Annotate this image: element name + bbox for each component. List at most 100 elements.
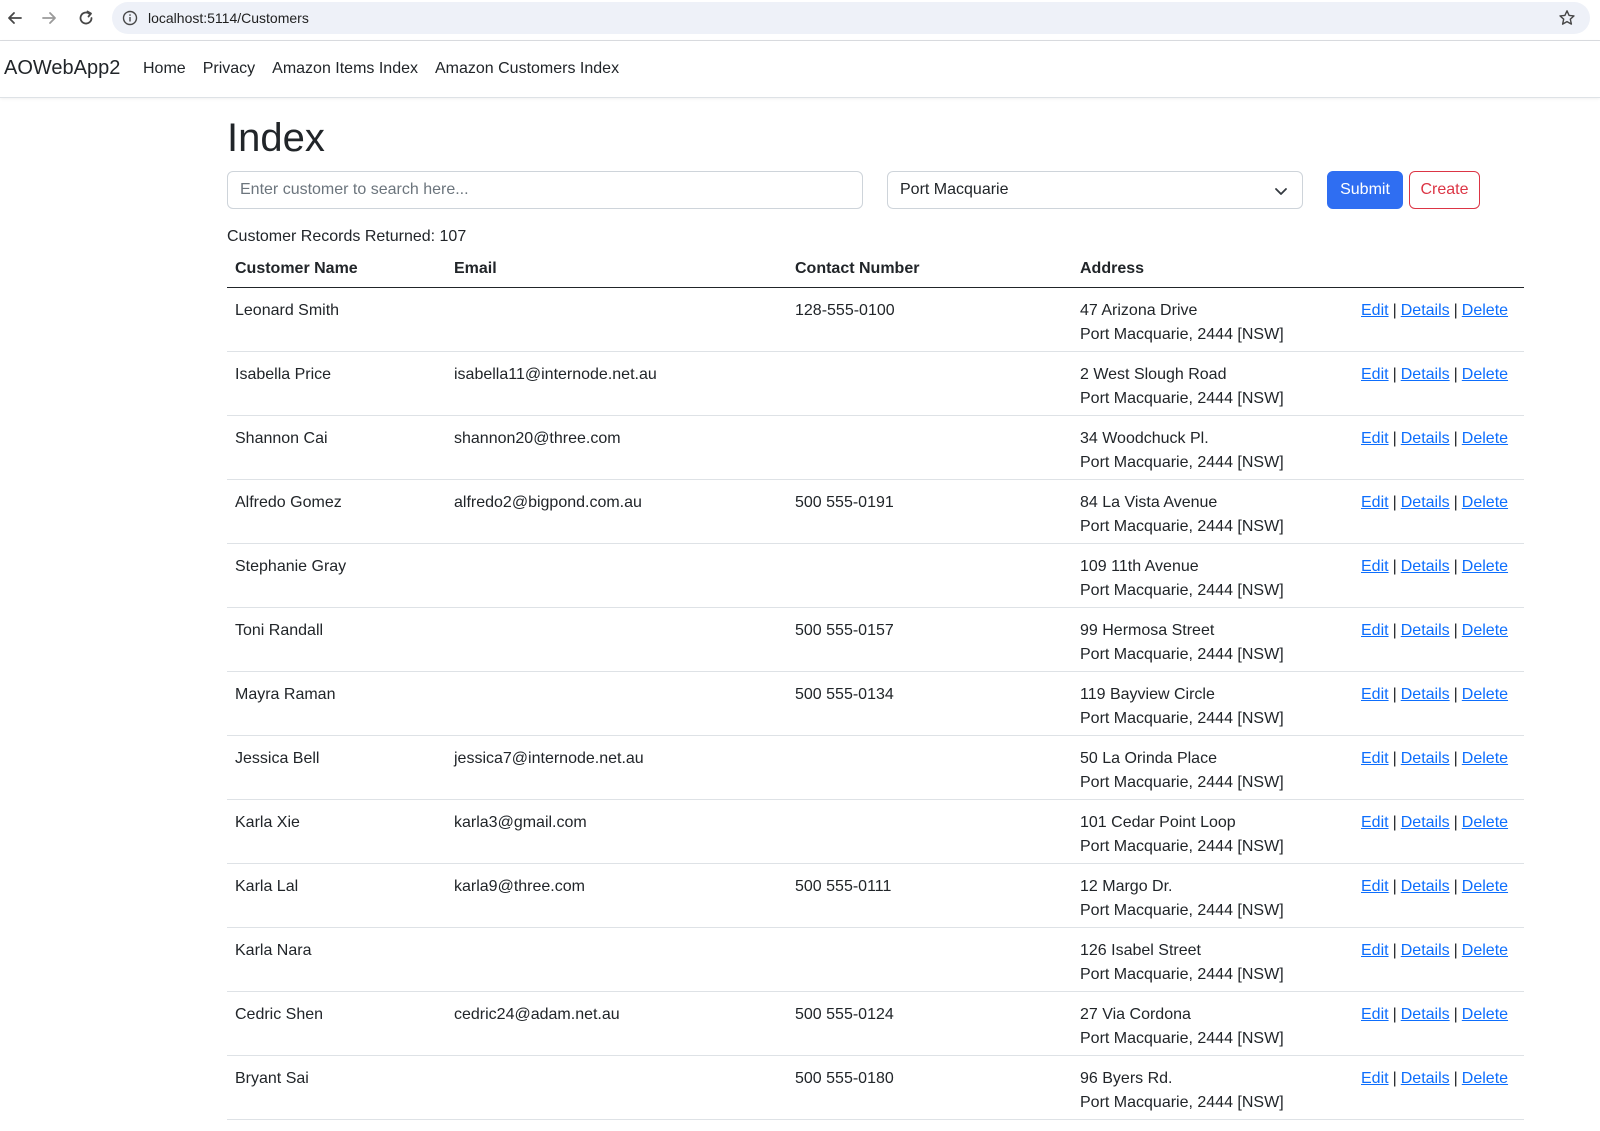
address-locality: Port Macquarie, 2444 [NSW] <box>1080 646 1284 663</box>
actions-cell: Edit | Details | Delete <box>1353 799 1524 864</box>
details-link[interactable]: Details <box>1401 1070 1450 1087</box>
email-cell: karla3@gmail.com <box>446 799 787 864</box>
address-street: 2 West Slough Road <box>1080 366 1227 383</box>
edit-link[interactable]: Edit <box>1361 814 1389 831</box>
submit-button[interactable]: Submit <box>1327 171 1403 209</box>
action-separator: | <box>1453 302 1458 319</box>
address-cell: 109 11th Avenue Port Macquarie, 2444 [NSW… <box>1072 543 1353 608</box>
address-bar[interactable]: localhost:5114/Customers <box>112 2 1590 34</box>
delete-link[interactable]: Delete <box>1462 494 1508 511</box>
edit-link[interactable]: Edit <box>1361 1070 1389 1087</box>
delete-link[interactable]: Delete <box>1462 750 1508 767</box>
action-separator: | <box>1392 750 1397 767</box>
action-separator: | <box>1392 942 1397 959</box>
details-link[interactable]: Details <box>1401 366 1450 383</box>
actions-cell: Edit | Details | Delete <box>1353 671 1524 736</box>
address-cell: 84 La Vista Avenue Port Macquarie, 2444 [… <box>1072 479 1353 544</box>
delete-link[interactable]: Delete <box>1462 878 1508 895</box>
action-separator: | <box>1453 494 1458 511</box>
edit-link[interactable]: Edit <box>1361 622 1389 639</box>
customer-name-cell: Karla Nara <box>227 927 446 992</box>
details-link[interactable]: Details <box>1401 302 1450 319</box>
edit-link[interactable]: Edit <box>1361 686 1389 703</box>
email-cell: karla9@three.com <box>446 863 787 928</box>
details-link[interactable]: Details <box>1401 622 1450 639</box>
action-separator: | <box>1392 558 1397 575</box>
actions-cell: Edit | Details | Delete <box>1353 607 1524 672</box>
address-locality: Port Macquarie, 2444 [NSW] <box>1080 774 1284 791</box>
suburb-select[interactable]: Port Macquarie <box>887 171 1303 209</box>
actions-cell: Edit | Details | Delete <box>1353 863 1524 928</box>
nav-amazon-items-index[interactable]: Amazon Items Index <box>272 60 418 78</box>
reload-icon <box>79 10 93 25</box>
table-row: Stephanie Gray 109 11th Avenue Port Macqua… <box>227 543 1524 608</box>
nav-home[interactable]: Home <box>143 60 186 78</box>
address-street: 109 11th Avenue <box>1080 558 1199 575</box>
email-cell: isabella11@internode.net.au <box>446 351 787 416</box>
edit-link[interactable]: Edit <box>1361 750 1389 767</box>
edit-link[interactable]: Edit <box>1361 942 1389 959</box>
delete-link[interactable]: Delete <box>1462 1070 1508 1087</box>
address-cell: 96 Byers Rd. Port Macquarie, 2444 [NSW] <box>1072 1055 1353 1120</box>
delete-link[interactable]: Delete <box>1462 942 1508 959</box>
star-icon[interactable] <box>1558 9 1576 27</box>
details-link[interactable]: Details <box>1401 878 1450 895</box>
address-street: 50 La Orinda Place <box>1080 750 1217 767</box>
delete-link[interactable]: Delete <box>1462 1006 1508 1023</box>
table-row: Toni Randall 500 555-0157 99 Hermosa Stree… <box>227 607 1524 672</box>
address-cell: 101 Cedar Point Loop Port Macquarie, 2444… <box>1072 799 1353 864</box>
delete-link[interactable]: Delete <box>1462 558 1508 575</box>
create-button[interactable]: Create <box>1409 171 1480 209</box>
address-cell: 126 Isabel Street Port Macquarie, 2444 [N… <box>1072 927 1353 992</box>
action-separator: | <box>1392 1070 1397 1087</box>
details-link[interactable]: Details <box>1401 814 1450 831</box>
details-link[interactable]: Details <box>1401 686 1450 703</box>
action-separator: | <box>1392 302 1397 319</box>
delete-link[interactable]: Delete <box>1462 622 1508 639</box>
nav-privacy[interactable]: Privacy <box>203 60 255 78</box>
details-link[interactable]: Details <box>1401 750 1450 767</box>
delete-link[interactable]: Delete <box>1462 814 1508 831</box>
action-separator: | <box>1392 878 1397 895</box>
delete-link[interactable]: Delete <box>1462 302 1508 319</box>
delete-link[interactable]: Delete <box>1462 366 1508 383</box>
table-row: Karla Lal karla9@three.com 500 555-0111 12 … <box>227 863 1524 928</box>
edit-link[interactable]: Edit <box>1361 1006 1389 1023</box>
email-cell: alfredo2@bigpond.com.au <box>446 479 787 544</box>
edit-link[interactable]: Edit <box>1361 366 1389 383</box>
details-link[interactable]: Details <box>1401 494 1450 511</box>
action-separator: | <box>1453 622 1458 639</box>
details-link[interactable]: Details <box>1401 942 1450 959</box>
action-separator: | <box>1453 430 1458 447</box>
action-separator: | <box>1453 942 1458 959</box>
back-button[interactable] <box>3 6 27 30</box>
reload-button[interactable] <box>74 6 98 30</box>
action-separator: | <box>1453 878 1458 895</box>
delete-link[interactable]: Delete <box>1462 430 1508 447</box>
details-link[interactable]: Details <box>1401 558 1450 575</box>
action-separator: | <box>1453 558 1458 575</box>
address-locality: Port Macquarie, 2444 [NSW] <box>1080 838 1284 855</box>
delete-link[interactable]: Delete <box>1462 686 1508 703</box>
edit-link[interactable]: Edit <box>1361 558 1389 575</box>
customer-name-cell: Karla Xie <box>227 799 446 864</box>
email-cell <box>446 927 787 992</box>
contact-number-cell <box>787 351 1072 416</box>
forward-button[interactable] <box>37 6 61 30</box>
search-input[interactable] <box>227 171 863 209</box>
details-link[interactable]: Details <box>1401 430 1450 447</box>
edit-link[interactable]: Edit <box>1361 302 1389 319</box>
email-cell <box>446 287 787 352</box>
brand-link[interactable]: AOWebApp2 <box>4 57 120 80</box>
edit-link[interactable]: Edit <box>1361 878 1389 895</box>
url-text[interactable]: localhost:5114/Customers <box>148 10 309 26</box>
customer-name-cell: Karla Lal <box>227 863 446 928</box>
actions-cell: Edit | Details | Delete <box>1353 351 1524 416</box>
nav-amazon-customers-index[interactable]: Amazon Customers Index <box>435 60 619 78</box>
details-link[interactable]: Details <box>1401 1006 1450 1023</box>
edit-link[interactable]: Edit <box>1361 494 1389 511</box>
info-icon[interactable] <box>122 10 138 26</box>
contact-number-cell: 500 555-0180 <box>787 1055 1072 1120</box>
edit-link[interactable]: Edit <box>1361 430 1389 447</box>
customer-name-cell: Shannon Cai <box>227 415 446 480</box>
